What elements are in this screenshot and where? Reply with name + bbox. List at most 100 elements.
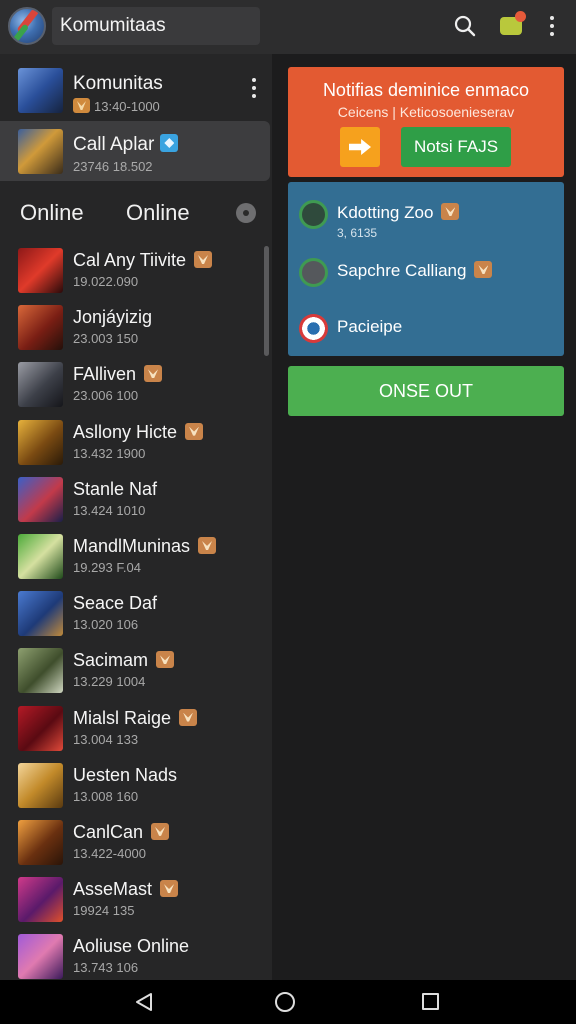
app-bar: Komumitaas — [0, 0, 576, 54]
friend-avatar — [18, 705, 63, 751]
friend-avatar — [18, 533, 63, 579]
rank-badge-icon — [441, 203, 460, 220]
list-item[interactable]: MandlMuninas 19.293 F.04 — [0, 528, 272, 585]
recents-icon[interactable] — [422, 993, 439, 1010]
friend-meta: 13.743 106 — [73, 960, 139, 976]
friend-meta: 13.008 160 — [73, 788, 139, 804]
friend-name: Mialsl Raige — [73, 708, 198, 729]
friend-meta: 19924 135 — [73, 903, 135, 919]
app-logo-icon[interactable] — [8, 7, 46, 45]
list-item[interactable]: Sacimam 13.229 1004 — [0, 642, 272, 699]
home-icon[interactable] — [275, 992, 295, 1012]
account-meta: 13:40-1000 — [73, 98, 160, 114]
list-item[interactable]: Mialsl Raige 13.004 133 — [0, 700, 272, 757]
friend-name: CanlCan — [73, 822, 170, 843]
friend-avatar — [18, 476, 63, 522]
friend-avatar — [18, 934, 63, 980]
community-name: Kdotting Zoo — [337, 203, 460, 223]
rank-badge-icon — [179, 708, 198, 726]
list-item[interactable]: CanlCan 13.422-4000 — [0, 814, 272, 871]
system-nav-bar — [0, 980, 576, 1024]
online-tab[interactable]: Online — [20, 200, 84, 226]
friend-name: FAlliven — [73, 364, 163, 385]
search-icon[interactable] — [451, 12, 479, 40]
account-avatar — [18, 129, 63, 174]
scrollbar[interactable] — [264, 246, 269, 356]
friends-list: Cal Any Tiivite 19.022.090 Jonjáyizig 23… — [0, 242, 272, 980]
list-item[interactable]: Seace Daf 13.020 106 — [0, 585, 272, 642]
community-name: Sapchre Calliang — [337, 261, 493, 281]
back-icon[interactable] — [135, 992, 153, 1012]
friend-meta: 13.229 1004 — [73, 674, 146, 690]
online-tab-secondary[interactable]: Online — [126, 200, 190, 226]
friend-avatar — [18, 591, 63, 637]
rank-badge-icon — [198, 536, 217, 554]
account-name: Call Aplar — [73, 134, 179, 156]
account-name: Komunitas — [73, 73, 163, 94]
friend-name: Aoliuse Online — [73, 936, 190, 957]
list-item[interactable]: FAlliven 23.006 100 — [0, 356, 272, 413]
sign-out-button[interactable]: ONSE OUT — [288, 366, 564, 416]
friend-meta: 13.004 133 — [73, 731, 139, 747]
account-item[interactable]: Komunitas 13:40-1000 — [0, 60, 270, 120]
list-item[interactable]: Jonjáyizig 23.003 150 — [0, 299, 272, 356]
friend-avatar — [18, 648, 63, 694]
friend-avatar — [18, 248, 63, 293]
rank-badge-icon — [151, 822, 170, 840]
friend-meta: 23.006 100 — [73, 388, 139, 404]
friend-avatar — [18, 419, 63, 465]
arrow-right-icon — [349, 139, 371, 155]
list-item[interactable]: Uesten Nads 13.008 160 — [0, 757, 272, 814]
friend-meta: 13.424 1010 — [73, 502, 146, 518]
friend-avatar — [18, 362, 63, 408]
rank-badge-icon — [185, 422, 204, 440]
friend-name: Uesten Nads — [73, 764, 178, 785]
community-icon — [299, 258, 328, 287]
rank-badge-icon — [144, 365, 163, 383]
friend-avatar — [18, 762, 63, 808]
list-item[interactable]: Sapchre Calliang — [288, 244, 564, 294]
search-field[interactable]: Komumitaas — [52, 7, 260, 45]
friend-name: AsseMast — [73, 879, 179, 900]
friend-avatar — [18, 305, 63, 351]
left-panel: Komunitas 13:40-1000 Call Aplar 23746 18… — [0, 54, 272, 980]
friend-meta: 23.003 150 — [73, 331, 139, 347]
rank-badge-icon — [160, 880, 179, 898]
account-meta: 23746 18.502 — [73, 159, 153, 174]
account-more-icon[interactable] — [252, 78, 256, 98]
rank-badge-icon — [156, 651, 175, 669]
friend-name: Sacimam — [73, 650, 175, 671]
community-icon — [299, 314, 328, 343]
list-item[interactable]: Pacieipe — [288, 300, 564, 350]
rank-badge-icon — [194, 251, 213, 268]
list-item[interactable]: AsseMast 19924 135 — [0, 871, 272, 928]
list-item[interactable]: Asllony Hicte 13.432 1900 — [0, 414, 272, 471]
rank-badge-icon — [474, 261, 493, 278]
friend-name: Stanle Naf — [73, 478, 158, 499]
promo-subtitle: Ceicens | Keticosoenieserav — [337, 104, 515, 120]
list-item[interactable]: Aoliuse Online 13.743 106 — [0, 928, 272, 980]
friend-meta: 13.432 1900 — [73, 445, 146, 461]
list-item[interactable]: Cal Any Tiivite 19.022.090 — [0, 242, 272, 299]
friend-meta: 13.020 106 — [73, 617, 139, 633]
community-name: Pacieipe — [337, 317, 403, 336]
status-dot-icon[interactable] — [236, 203, 256, 223]
friend-avatar — [18, 819, 63, 865]
promo-title: Notifias deminice enmaco — [322, 80, 530, 100]
share-button[interactable] — [340, 127, 380, 167]
friend-meta: 19.293 F.04 — [73, 559, 141, 575]
friend-name: Jonjáyizig — [73, 307, 153, 328]
friend-name: Asllony Hicte — [73, 422, 204, 443]
notify-button[interactable]: Notsi FAJS — [401, 127, 511, 167]
community-list: Kdotting Zoo 3, 6135 Sapchre Calliang Pa… — [288, 182, 564, 356]
list-item[interactable]: Stanle Naf 13.424 1010 — [0, 471, 272, 528]
cart-icon[interactable] — [497, 11, 526, 40]
friend-meta: 19.022.090 — [73, 274, 139, 289]
friend-meta: 13.422-4000 — [73, 845, 147, 861]
account-item-selected[interactable]: Call Aplar 23746 18.502 — [0, 121, 270, 181]
more-vert-icon[interactable] — [538, 12, 566, 40]
community-meta: 3, 6135 — [337, 226, 378, 240]
rank-badge-icon — [73, 98, 90, 113]
account-avatar — [18, 68, 63, 113]
list-item[interactable]: Kdotting Zoo 3, 6135 — [288, 186, 564, 240]
